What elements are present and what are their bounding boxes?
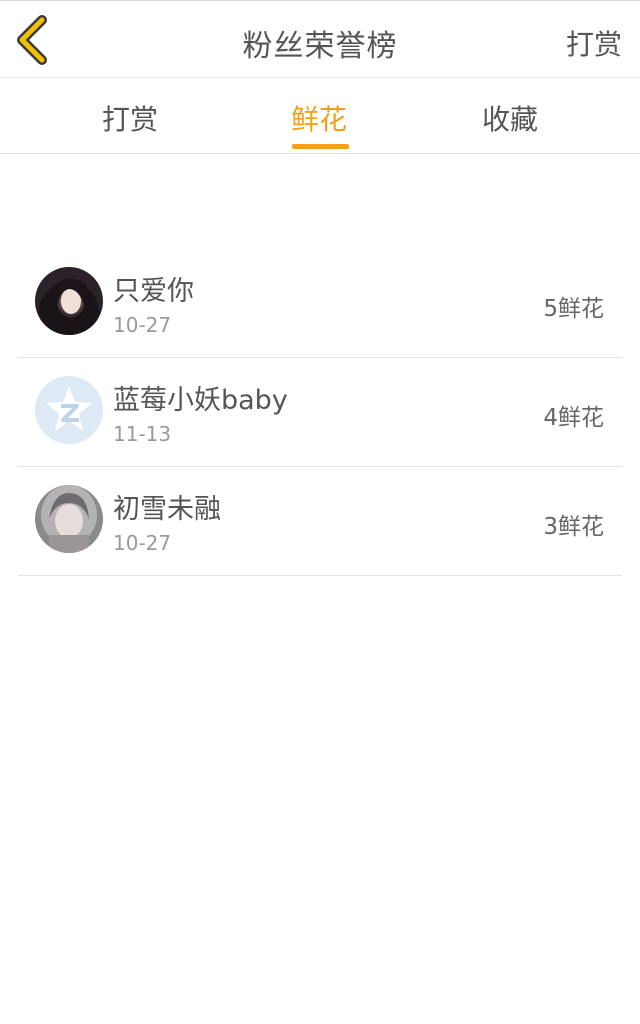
- top-bar: 粉丝荣誉榜 打赏: [0, 0, 640, 78]
- fan-date: 10-27: [113, 313, 172, 337]
- reward-link[interactable]: 打赏: [566, 23, 622, 63]
- fan-date: 11-13: [113, 422, 172, 446]
- tab-reward[interactable]: 打赏: [102, 98, 158, 138]
- fan-date: 10-27: [113, 531, 172, 555]
- list-item[interactable]: 只爱你 10-27 5鲜花: [18, 249, 622, 358]
- active-tab-indicator: [292, 144, 349, 149]
- fan-name: 蓝莓小妖baby: [113, 385, 288, 416]
- fan-list: 只爱你 10-27 5鲜花 蓝莓小妖baby 11-13 4鲜花 初雪未融 10…: [18, 249, 622, 576]
- qq-default-avatar-icon: [35, 376, 103, 444]
- flower-count: 4鲜花: [543, 405, 604, 431]
- list-item[interactable]: 蓝莓小妖baby 11-13 4鲜花: [18, 358, 622, 467]
- page-title: 粉丝荣誉榜: [242, 29, 398, 64]
- tab-flower[interactable]: 鲜花: [291, 98, 347, 138]
- avatar: [35, 376, 103, 444]
- avatar: [35, 267, 103, 335]
- page: 粉丝荣誉榜 打赏 打赏 鲜花 收藏 只爱你 10-27 5鲜花 蓝莓小妖baby…: [0, 0, 640, 1024]
- flower-count: 3鲜花: [543, 514, 604, 540]
- tab-bar: 打赏 鲜花 收藏: [0, 78, 640, 154]
- avatar: [35, 485, 103, 553]
- fan-name: 初雪未融: [113, 494, 221, 525]
- fan-name: 只爱你: [113, 276, 194, 307]
- flower-count: 5鲜花: [543, 296, 604, 322]
- tab-favorite[interactable]: 收藏: [482, 98, 538, 138]
- list-item[interactable]: 初雪未融 10-27 3鲜花: [18, 467, 622, 576]
